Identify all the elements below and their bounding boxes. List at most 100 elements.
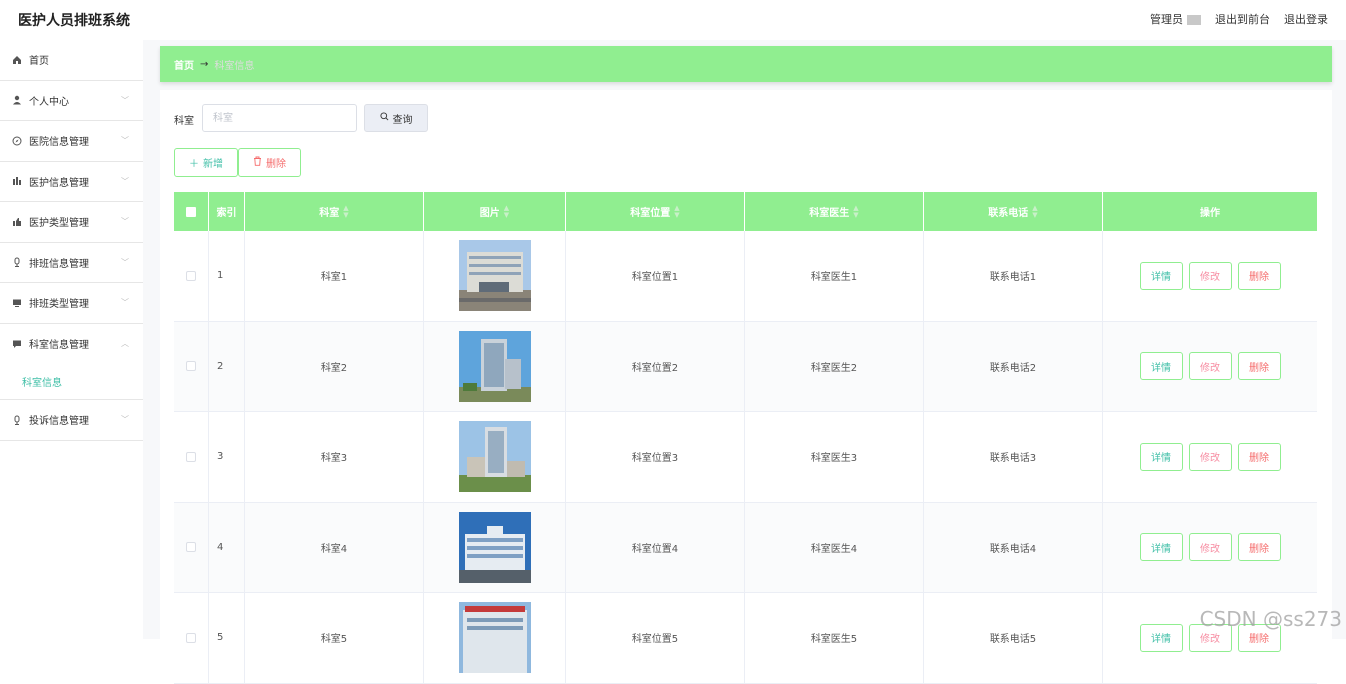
- header-index: 索引: [209, 192, 245, 231]
- sort-icon[interactable]: ▲▼: [853, 205, 858, 219]
- row-doctor: 科室医生4: [745, 503, 924, 593]
- header-label: 科室位置: [630, 204, 670, 219]
- header-phone[interactable]: 联系电话 ▲▼: [924, 192, 1103, 231]
- header-department[interactable]: 科室▲▼: [245, 192, 424, 231]
- sidebar-item-home[interactable]: 首页: [0, 40, 143, 81]
- delete-button[interactable]: 删除: [1238, 262, 1281, 290]
- thumb-icon: [11, 216, 23, 228]
- row-checkbox[interactable]: [186, 361, 196, 371]
- sidebar-item-schedule[interactable]: 排班信息管理 ﹀: [0, 243, 143, 284]
- sidebar-item-profile[interactable]: 个人中心 ﹀: [0, 81, 143, 122]
- row-phone: 联系电话1: [924, 231, 1103, 321]
- detail-button[interactable]: 详情: [1140, 352, 1183, 380]
- row-phone: 联系电话4: [924, 503, 1103, 593]
- header-doctor[interactable]: 科室医生▲▼: [745, 192, 924, 231]
- sidebar-subitem-department-info[interactable]: 科室信息: [0, 364, 143, 400]
- row-checkbox[interactable]: [186, 452, 196, 462]
- search-icon: [380, 112, 389, 124]
- select-all-checkbox[interactable]: [186, 207, 196, 217]
- sort-icon[interactable]: ▲▼: [504, 205, 509, 219]
- sidebar-item-schedule-type[interactable]: 排班类型管理 ﹀: [0, 283, 143, 324]
- sidebar-item-medical-staff[interactable]: 医护信息管理 ﹀: [0, 162, 143, 203]
- row-department: 科室3: [245, 412, 424, 502]
- row-index: 2: [209, 322, 245, 412]
- edit-button[interactable]: 修改: [1189, 533, 1232, 561]
- row-department: 科室1: [245, 231, 424, 321]
- row-index: 5: [209, 593, 245, 683]
- row-phone: 联系电话3: [924, 412, 1103, 502]
- trash-icon: [253, 156, 262, 169]
- breadcrumb-home[interactable]: 首页: [174, 57, 194, 72]
- breadcrumb: 首页 → 科室信息: [160, 46, 1332, 82]
- plus-icon: ＋: [189, 155, 199, 170]
- detail-button[interactable]: 详情: [1140, 443, 1183, 471]
- header-image[interactable]: 图片 ▲▼: [424, 192, 566, 231]
- sidebar: 首页 个人中心 ﹀ 医院信息管理 ﹀ 医护信息管理 ﹀ 医护类型管理 ﹀ 排班信…: [0, 40, 143, 639]
- table-row: 5 科室5 科室位置5 科室医生5 联系电话5 详情 修改 删除: [174, 593, 1317, 684]
- row-image-cell: [424, 503, 566, 593]
- sidebar-item-hospital[interactable]: 医院信息管理 ﹀: [0, 121, 143, 162]
- sidebar-item-label: 排班类型管理: [29, 295, 89, 310]
- chevron-down-icon: ﹀: [121, 257, 129, 265]
- header-label: 图片: [480, 204, 500, 219]
- department-image: [459, 240, 531, 311]
- row-index: 1: [209, 231, 245, 321]
- monitor-icon: [11, 297, 23, 309]
- compass-icon: [11, 135, 23, 147]
- edit-button[interactable]: 修改: [1189, 262, 1232, 290]
- top-bar: 医护人员排班系统 管理员 退出到前台 退出登录: [0, 0, 1346, 40]
- header-select-all[interactable]: [174, 192, 209, 231]
- header-location[interactable]: 科室位置 ▲▼: [566, 192, 745, 231]
- delete-button[interactable]: 删除: [1238, 533, 1281, 561]
- add-button[interactable]: ＋ 新增: [174, 148, 238, 177]
- delete-button[interactable]: 删除: [1238, 443, 1281, 471]
- row-phone: 联系电话2: [924, 322, 1103, 412]
- row-index: 3: [209, 412, 245, 502]
- data-table: 索引 科室▲▼ 图片 ▲▼ 科室位置 ▲▼ 科室医生▲▼ 联系电话 ▲▼ 操作 1 科…: [174, 192, 1317, 684]
- delete-button[interactable]: 删除: [1238, 352, 1281, 380]
- back-to-frontend-link[interactable]: 退出到前台: [1215, 11, 1270, 27]
- chevron-down-icon: ﹀: [121, 297, 129, 305]
- search-input[interactable]: [202, 104, 357, 132]
- row-checkbox[interactable]: [186, 271, 196, 281]
- logout-link[interactable]: 退出登录: [1284, 11, 1328, 27]
- sidebar-item-label: 投诉信息管理: [29, 412, 89, 427]
- detail-button[interactable]: 详情: [1140, 533, 1183, 561]
- row-image-cell: [424, 231, 566, 321]
- row-checkbox[interactable]: [186, 542, 196, 552]
- sort-icon[interactable]: ▲▼: [343, 205, 348, 219]
- sidebar-item-label: 首页: [29, 52, 49, 67]
- row-index: 4: [209, 503, 245, 593]
- edit-button[interactable]: 修改: [1189, 352, 1232, 380]
- sidebar-item-department[interactable]: 科室信息管理 ︿: [0, 324, 143, 365]
- sidebar-item-complaint[interactable]: 投诉信息管理 ﹀: [0, 400, 143, 441]
- query-button[interactable]: 查询: [364, 104, 428, 132]
- sidebar-item-label: 科室信息管理: [29, 336, 89, 351]
- detail-button[interactable]: 详情: [1140, 262, 1183, 290]
- header-label: 联系电话: [988, 204, 1028, 219]
- row-location: 科室位置1: [566, 231, 745, 321]
- breadcrumb-arrow: →: [200, 59, 208, 70]
- sidebar-item-label: 医院信息管理: [29, 133, 89, 148]
- chevron-down-icon: ﹀: [121, 216, 129, 224]
- sidebar-item-staff-type[interactable]: 医护类型管理 ﹀: [0, 202, 143, 243]
- edit-button[interactable]: 修改: [1189, 443, 1232, 471]
- row-checkbox[interactable]: [186, 633, 196, 643]
- mic-icon: [11, 256, 23, 268]
- batch-delete-label: 删除: [266, 155, 286, 170]
- row-department: 科室4: [245, 503, 424, 593]
- batch-delete-button[interactable]: 删除: [238, 148, 301, 177]
- mic-icon: [11, 414, 23, 426]
- sort-icon[interactable]: ▲▼: [1032, 205, 1037, 219]
- search-label: 科室: [174, 112, 194, 127]
- table-row: 2 科室2 科室位置2 科室医生2 联系电话2 详情 修改 删除: [174, 322, 1317, 413]
- detail-button[interactable]: 详情: [1140, 624, 1183, 652]
- chevron-down-icon: ﹀: [121, 176, 129, 184]
- user-icon: [11, 94, 23, 106]
- header-actions: 操作: [1103, 192, 1317, 231]
- table-row: 3 科室3 科室位置3 科室医生3 联系电话3 详情 修改 删除: [174, 412, 1317, 503]
- department-image: [459, 602, 531, 673]
- row-actions: 详情 修改 删除: [1103, 231, 1317, 321]
- table-row: 4 科室4 科室位置4 科室医生4 联系电话4 详情 修改 删除: [174, 503, 1317, 594]
- sort-icon[interactable]: ▲▼: [674, 205, 679, 219]
